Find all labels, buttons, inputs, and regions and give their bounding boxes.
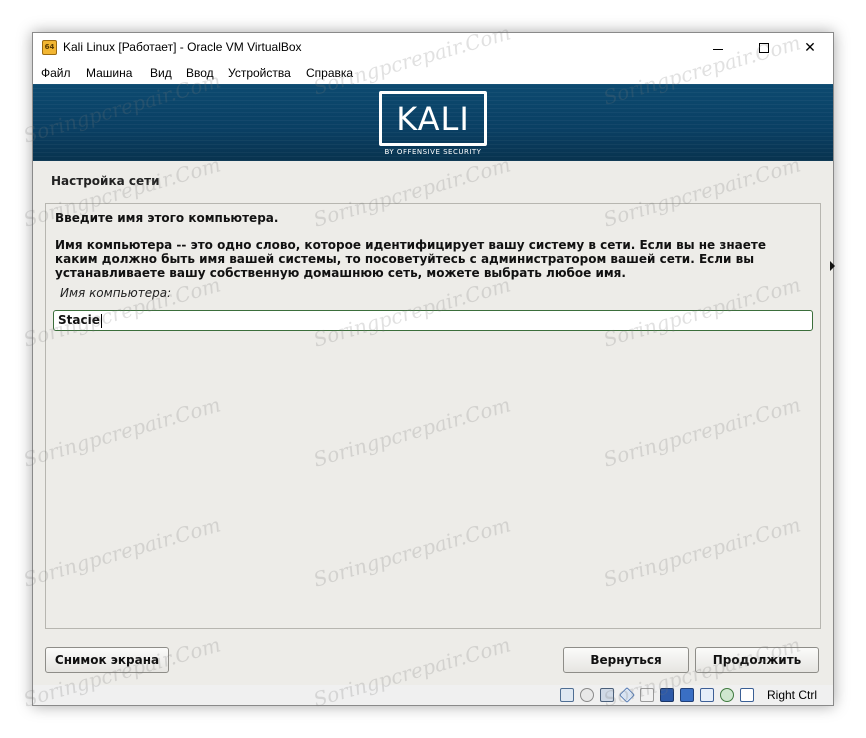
menu-file[interactable]: Файл bbox=[41, 66, 71, 80]
section-title: Настройка сети bbox=[51, 174, 160, 188]
kali-banner: KALI BY OFFENSIVE SECURITY bbox=[33, 84, 833, 161]
hostname-value: Stacie bbox=[58, 313, 100, 327]
question-heading: Введите имя этого компьютера. bbox=[55, 211, 279, 225]
continue-button[interactable]: Продолжить bbox=[695, 647, 819, 673]
question-description: Имя компьютера -- это одно слово, которо… bbox=[55, 238, 766, 280]
menu-devices[interactable]: Устройства bbox=[228, 66, 291, 80]
close-button[interactable]: ✕ bbox=[787, 33, 833, 63]
virtualbox-window: 64 Kali Linux [Работает] - Oracle VM Vir… bbox=[32, 32, 834, 706]
network-icon[interactable] bbox=[600, 688, 614, 702]
hostname-label: Имя компьютера: bbox=[60, 286, 172, 300]
minimize-icon bbox=[713, 49, 723, 50]
close-icon: ✕ bbox=[804, 40, 816, 56]
usb-icon[interactable] bbox=[619, 687, 635, 703]
text-caret bbox=[100, 313, 102, 328]
host-key-label: Right Ctrl bbox=[767, 688, 818, 702]
minimize-button[interactable] bbox=[695, 33, 741, 63]
title-bar[interactable]: 64 Kali Linux [Работает] - Oracle VM Vir… bbox=[33, 33, 833, 63]
menu-help[interactable]: Справка bbox=[306, 66, 353, 80]
screenshot-button[interactable]: Снимок экрана bbox=[45, 647, 169, 673]
kali-logo: KALI bbox=[379, 91, 487, 146]
menu-view[interactable]: Вид bbox=[150, 66, 172, 80]
hard-disk-icon[interactable] bbox=[560, 688, 574, 702]
kali-tagline: BY OFFENSIVE SECURITY bbox=[384, 148, 482, 156]
menu-input[interactable]: Ввод bbox=[186, 66, 214, 80]
back-button[interactable]: Вернуться bbox=[563, 647, 689, 673]
maximize-icon bbox=[759, 43, 769, 53]
menu-machine[interactable]: Машина bbox=[86, 66, 132, 80]
mouse-pointer-arrow bbox=[830, 261, 835, 271]
status-bar: Right Ctrl bbox=[33, 685, 833, 705]
maximize-button[interactable] bbox=[741, 33, 787, 63]
display-icon[interactable] bbox=[660, 688, 674, 702]
screen-recording-icon[interactable] bbox=[680, 688, 694, 702]
cpu-icon[interactable] bbox=[700, 688, 714, 702]
optical-drive-icon[interactable] bbox=[580, 688, 594, 702]
hostname-input[interactable]: Stacie bbox=[53, 310, 813, 331]
shared-folders-icon[interactable] bbox=[640, 688, 654, 702]
menu-bar: Файл Машина Вид Ввод Устройства Справка bbox=[33, 63, 833, 83]
virtualbox-app-icon: 64 bbox=[42, 40, 57, 55]
question-panel: Введите имя этого компьютера. Имя компью… bbox=[45, 203, 821, 629]
mouse-integration-icon[interactable] bbox=[720, 688, 734, 702]
kali-logo-text: KALI bbox=[396, 100, 470, 138]
window-title: Kali Linux [Работает] - Oracle VM Virtua… bbox=[63, 40, 302, 54]
keyboard-icon[interactable] bbox=[740, 688, 754, 702]
installer-screen: Настройка сети Введите имя этого компьют… bbox=[33, 161, 833, 685]
